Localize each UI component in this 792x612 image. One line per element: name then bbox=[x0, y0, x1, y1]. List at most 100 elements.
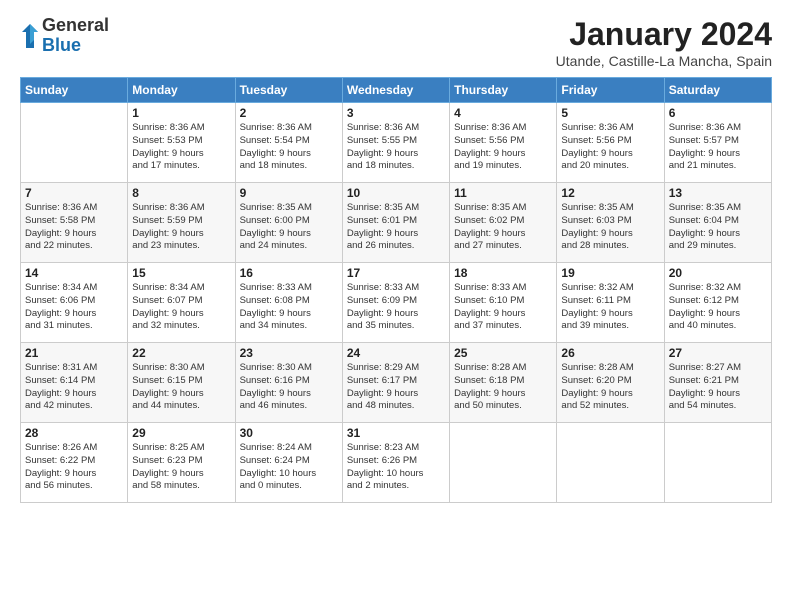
calendar-cell: 15 Sunrise: 8:34 AM Sunset: 6:07 PM Dayli… bbox=[128, 263, 235, 343]
cell-content: Sunrise: 8:35 AM Sunset: 6:02 PM Dayligh… bbox=[454, 202, 552, 253]
cell-content: Sunrise: 8:30 AM Sunset: 6:15 PM Dayligh… bbox=[132, 362, 230, 413]
calendar-cell bbox=[21, 103, 128, 183]
day-number: 19 bbox=[561, 266, 659, 280]
day-number: 31 bbox=[347, 426, 445, 440]
cell-content: Sunrise: 8:32 AM Sunset: 6:12 PM Dayligh… bbox=[669, 282, 767, 333]
day-number: 26 bbox=[561, 346, 659, 360]
cell-content: Sunrise: 8:28 AM Sunset: 6:18 PM Dayligh… bbox=[454, 362, 552, 413]
calendar-cell: 5Sunrise: 8:36 AM Sunset: 5:56 PM Daylig… bbox=[557, 103, 664, 183]
day-number: 8 bbox=[132, 186, 230, 200]
day-number: 11 bbox=[454, 186, 552, 200]
calendar-week-row: 7Sunrise: 8:36 AM Sunset: 5:58 PM Daylig… bbox=[21, 183, 772, 263]
calendar-cell: 14 Sunrise: 8:34 AM Sunset: 6:06 PM Dayli… bbox=[21, 263, 128, 343]
day-number: 23 bbox=[240, 346, 338, 360]
calendar-week-row: 21 Sunrise: 8:31 AM Sunset: 6:14 PM Dayli… bbox=[21, 343, 772, 423]
cell-content: Sunrise: 8:35 AM Sunset: 6:04 PM Dayligh… bbox=[669, 202, 767, 253]
calendar-cell: 23 Sunrise: 8:30 AM Sunset: 6:16 PM Dayli… bbox=[235, 343, 342, 423]
calendar-cell: 2Sunrise: 8:36 AM Sunset: 5:54 PM Daylig… bbox=[235, 103, 342, 183]
title-block: January 2024 Utande, Castille-La Mancha,… bbox=[556, 16, 772, 69]
cell-content: Sunrise: 8:29 AM Sunset: 6:17 PM Dayligh… bbox=[347, 362, 445, 413]
day-number: 18 bbox=[454, 266, 552, 280]
day-number: 29 bbox=[132, 426, 230, 440]
cell-content: Sunrise: 8:36 AM Sunset: 5:54 PM Dayligh… bbox=[240, 122, 338, 173]
calendar-cell: 22 Sunrise: 8:30 AM Sunset: 6:15 PM Dayli… bbox=[128, 343, 235, 423]
cell-content: Sunrise: 8:32 AM Sunset: 6:11 PM Dayligh… bbox=[561, 282, 659, 333]
day-number: 17 bbox=[347, 266, 445, 280]
weekday-header: Sunday bbox=[21, 78, 128, 103]
cell-content: Sunrise: 8:23 AM Sunset: 6:26 PM Dayligh… bbox=[347, 442, 445, 493]
cell-content: Sunrise: 8:33 AM Sunset: 6:09 PM Dayligh… bbox=[347, 282, 445, 333]
cell-content: Sunrise: 8:28 AM Sunset: 6:20 PM Dayligh… bbox=[561, 362, 659, 413]
calendar-cell: 28Sunrise: 8:26 AM Sunset: 6:22 PM Dayli… bbox=[21, 423, 128, 503]
calendar-cell: 31 Sunrise: 8:23 AM Sunset: 6:26 PM Dayli… bbox=[342, 423, 449, 503]
day-number: 27 bbox=[669, 346, 767, 360]
calendar-cell: 26 Sunrise: 8:28 AM Sunset: 6:20 PM Dayli… bbox=[557, 343, 664, 423]
day-number: 28 bbox=[25, 426, 123, 440]
day-number: 10 bbox=[347, 186, 445, 200]
logo-icon bbox=[20, 22, 40, 50]
logo: General Blue bbox=[20, 16, 109, 56]
page: General Blue January 2024 Utande, Castil… bbox=[0, 0, 792, 612]
calendar-cell bbox=[450, 423, 557, 503]
calendar-cell: 6Sunrise: 8:36 AM Sunset: 5:57 PM Daylig… bbox=[664, 103, 771, 183]
calendar-cell: 16Sunrise: 8:33 AM Sunset: 6:08 PM Dayli… bbox=[235, 263, 342, 343]
cell-content: Sunrise: 8:25 AM Sunset: 6:23 PM Dayligh… bbox=[132, 442, 230, 493]
cell-content: Sunrise: 8:31 AM Sunset: 6:14 PM Dayligh… bbox=[25, 362, 123, 413]
calendar-cell: 8 Sunrise: 8:36 AM Sunset: 5:59 PM Daylig… bbox=[128, 183, 235, 263]
cell-content: Sunrise: 8:30 AM Sunset: 6:16 PM Dayligh… bbox=[240, 362, 338, 413]
calendar-cell: 7Sunrise: 8:36 AM Sunset: 5:58 PM Daylig… bbox=[21, 183, 128, 263]
weekday-header: Friday bbox=[557, 78, 664, 103]
day-number: 25 bbox=[454, 346, 552, 360]
day-number: 13 bbox=[669, 186, 767, 200]
header-row: SundayMondayTuesdayWednesdayThursdayFrid… bbox=[21, 78, 772, 103]
calendar-cell: 21 Sunrise: 8:31 AM Sunset: 6:14 PM Dayli… bbox=[21, 343, 128, 423]
weekday-header: Thursday bbox=[450, 78, 557, 103]
calendar-cell: 25 Sunrise: 8:28 AM Sunset: 6:18 PM Dayli… bbox=[450, 343, 557, 423]
logo-general-text: General bbox=[42, 16, 109, 36]
cell-content: Sunrise: 8:24 AM Sunset: 6:24 PM Dayligh… bbox=[240, 442, 338, 493]
cell-content: Sunrise: 8:36 AM Sunset: 5:55 PM Dayligh… bbox=[347, 122, 445, 173]
calendar-cell: 9 Sunrise: 8:35 AM Sunset: 6:00 PM Daylig… bbox=[235, 183, 342, 263]
day-number: 9 bbox=[240, 186, 338, 200]
cell-content: Sunrise: 8:34 AM Sunset: 6:07 PM Dayligh… bbox=[132, 282, 230, 333]
calendar-cell: 27Sunrise: 8:27 AM Sunset: 6:21 PM Dayli… bbox=[664, 343, 771, 423]
day-number: 24 bbox=[347, 346, 445, 360]
calendar-cell bbox=[664, 423, 771, 503]
cell-content: Sunrise: 8:36 AM Sunset: 5:56 PM Dayligh… bbox=[561, 122, 659, 173]
cell-content: Sunrise: 8:36 AM Sunset: 5:59 PM Dayligh… bbox=[132, 202, 230, 253]
calendar-cell bbox=[557, 423, 664, 503]
calendar-cell: 17 Sunrise: 8:33 AM Sunset: 6:09 PM Dayli… bbox=[342, 263, 449, 343]
calendar-cell: 13 Sunrise: 8:35 AM Sunset: 6:04 PM Dayli… bbox=[664, 183, 771, 263]
day-number: 12 bbox=[561, 186, 659, 200]
calendar-cell: 19 Sunrise: 8:32 AM Sunset: 6:11 PM Dayli… bbox=[557, 263, 664, 343]
day-number: 16 bbox=[240, 266, 338, 280]
calendar-cell: 3 Sunrise: 8:36 AM Sunset: 5:55 PM Daylig… bbox=[342, 103, 449, 183]
weekday-header: Saturday bbox=[664, 78, 771, 103]
location-text: Utande, Castille-La Mancha, Spain bbox=[556, 53, 772, 69]
cell-content: Sunrise: 8:35 AM Sunset: 6:00 PM Dayligh… bbox=[240, 202, 338, 253]
day-number: 30 bbox=[240, 426, 338, 440]
cell-content: Sunrise: 8:36 AM Sunset: 5:56 PM Dayligh… bbox=[454, 122, 552, 173]
calendar-week-row: 28Sunrise: 8:26 AM Sunset: 6:22 PM Dayli… bbox=[21, 423, 772, 503]
calendar-week-row: 1Sunrise: 8:36 AM Sunset: 5:53 PM Daylig… bbox=[21, 103, 772, 183]
weekday-header: Tuesday bbox=[235, 78, 342, 103]
day-number: 6 bbox=[669, 106, 767, 120]
logo-text: General Blue bbox=[42, 16, 109, 56]
cell-content: Sunrise: 8:35 AM Sunset: 6:01 PM Dayligh… bbox=[347, 202, 445, 253]
day-number: 14 bbox=[25, 266, 123, 280]
day-number: 1 bbox=[132, 106, 230, 120]
day-number: 21 bbox=[25, 346, 123, 360]
calendar-cell: 20 Sunrise: 8:32 AM Sunset: 6:12 PM Dayli… bbox=[664, 263, 771, 343]
weekday-header: Monday bbox=[128, 78, 235, 103]
day-number: 22 bbox=[132, 346, 230, 360]
calendar-table: SundayMondayTuesdayWednesdayThursdayFrid… bbox=[20, 77, 772, 503]
day-number: 15 bbox=[132, 266, 230, 280]
cell-content: Sunrise: 8:34 AM Sunset: 6:06 PM Dayligh… bbox=[25, 282, 123, 333]
calendar-cell: 30 Sunrise: 8:24 AM Sunset: 6:24 PM Dayli… bbox=[235, 423, 342, 503]
day-number: 4 bbox=[454, 106, 552, 120]
day-number: 3 bbox=[347, 106, 445, 120]
day-number: 20 bbox=[669, 266, 767, 280]
weekday-header: Wednesday bbox=[342, 78, 449, 103]
calendar-cell: 12Sunrise: 8:35 AM Sunset: 6:03 PM Dayli… bbox=[557, 183, 664, 263]
logo-blue-text: Blue bbox=[42, 36, 109, 56]
